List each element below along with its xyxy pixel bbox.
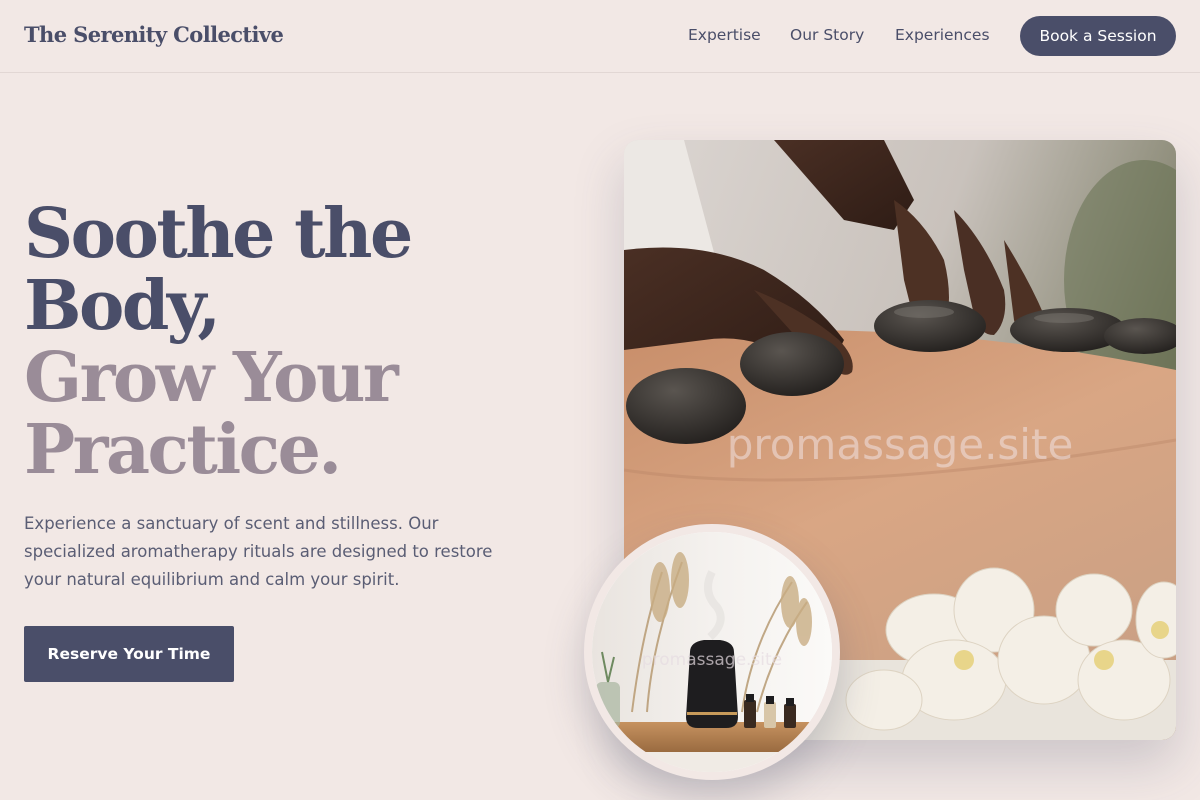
brand-logo[interactable]: The Serenity Collective	[24, 22, 284, 47]
nav-link-expertise[interactable]: Expertise	[688, 26, 761, 44]
book-session-button[interactable]: Book a Session	[1020, 16, 1176, 56]
headline-line-1: Soothe the	[24, 194, 413, 274]
headline-line-4: Practice.	[24, 410, 342, 490]
hero-headline: Soothe the Body, Grow Your Practice.	[24, 198, 544, 486]
reserve-time-button[interactable]: Reserve Your Time	[24, 626, 234, 682]
aroma-diffuser-photo: promassage.site	[584, 524, 840, 780]
top-nav: The Serenity Collective Expertise Our St…	[0, 0, 1200, 73]
hero-lead-text: Experience a sanctuary of scent and stil…	[24, 514, 493, 589]
diffuser-illustration	[592, 532, 832, 772]
nav-link-our-story[interactable]: Our Story	[790, 26, 864, 44]
nav-link-experiences[interactable]: Experiences	[895, 26, 990, 44]
headline-line-3: Grow Your	[24, 338, 399, 418]
headline-line-2: Body,	[24, 266, 221, 346]
